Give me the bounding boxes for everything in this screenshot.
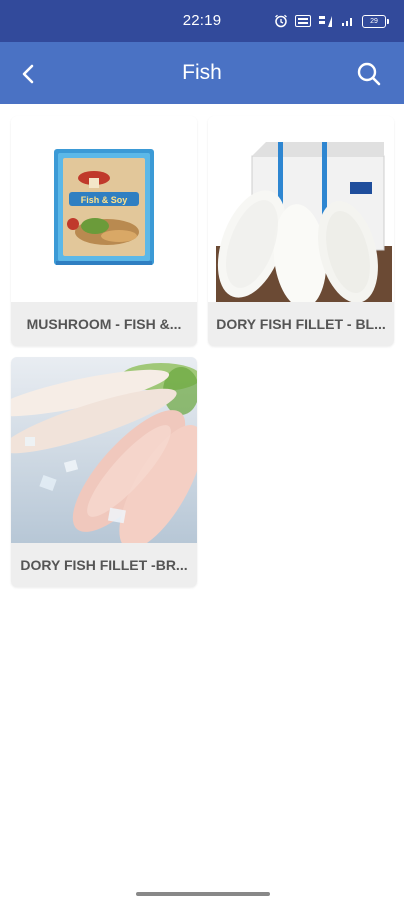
product-name: DORY FISH FILLET -BR... [20,557,188,573]
home-indicator[interactable] [136,892,270,896]
fish-and-soy-package-image: Fish & Soy [11,116,197,302]
signal-icon [341,15,355,27]
alarm-icon [274,14,288,28]
product-name: MUSHROOM - FISH &... [26,316,182,332]
product-card[interactable]: DORY FISH FILLET -BR... [11,357,197,587]
volte-icon [295,15,311,27]
product-card[interactable]: Fish & Soy MUSHROOM - FISH &... [11,116,197,346]
product-card[interactable]: DORY FISH FILLET - BL... [208,116,394,346]
status-icons: 29 [274,12,389,30]
svg-text:Fish & Soy: Fish & Soy [81,195,128,205]
product-name: DORY FISH FILLET - BL... [216,316,386,332]
page-title: Fish [182,61,222,84]
battery-icon: 29 [362,14,389,28]
dory-fillet-box-image [208,116,394,302]
app-bar: Fish [0,42,404,104]
search-button[interactable] [354,59,384,89]
product-image: Fish & Soy [11,116,197,302]
status-bar: 22:19 29 [0,0,404,42]
product-image [11,357,197,543]
dory-fillet-ice-image [11,357,197,543]
data-4g-icon [318,14,334,28]
product-image [208,116,394,302]
search-icon [357,62,381,86]
